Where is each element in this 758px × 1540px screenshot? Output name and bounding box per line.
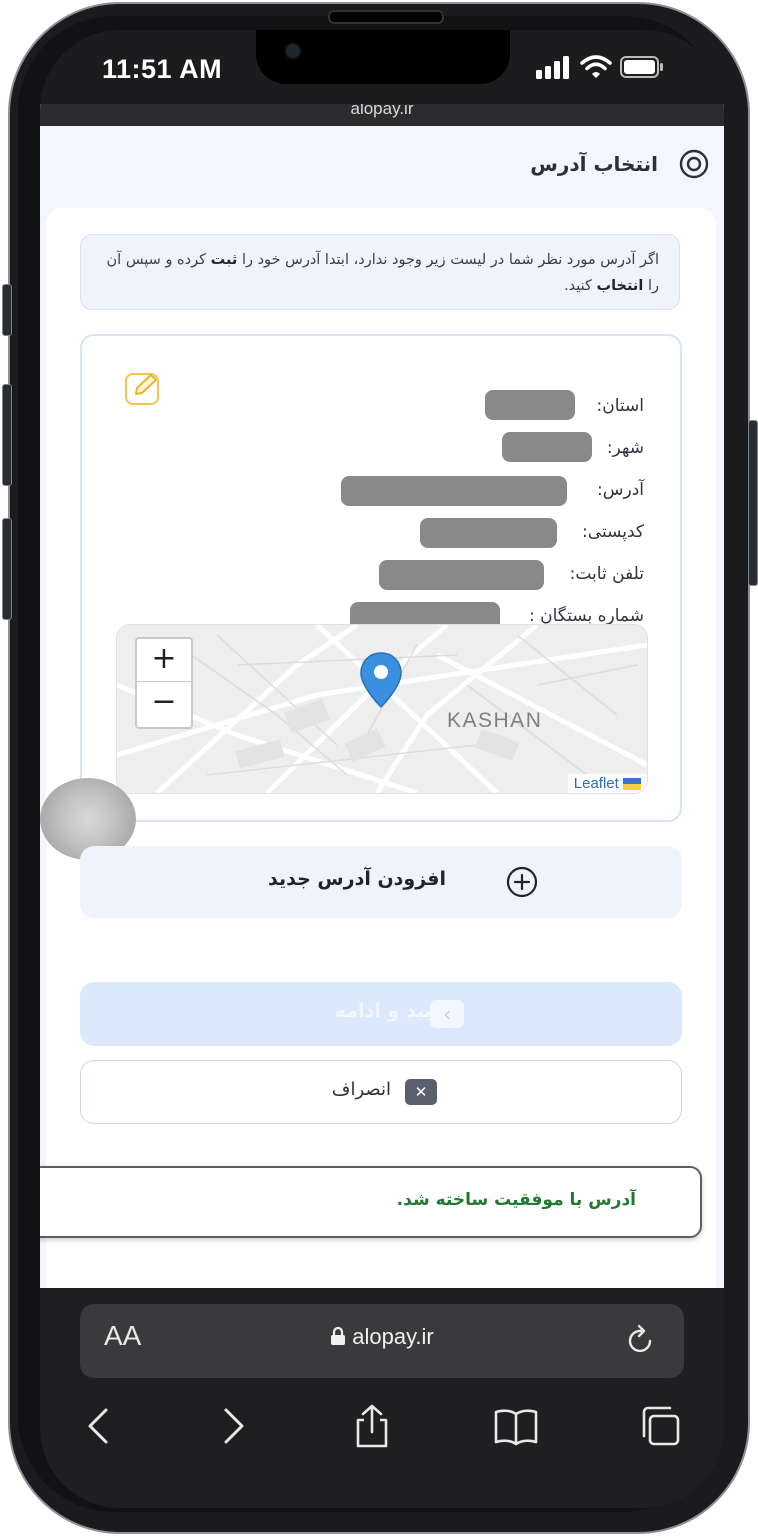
web-content: alopay.ir انتخاب آدرس اگر آدرس مورد نظر …	[40, 104, 724, 1288]
confirm-continue-button[interactable]: تایید و ادامه ‹	[80, 982, 682, 1046]
address-label: آدرس:	[597, 480, 644, 500]
battery-icon	[620, 56, 663, 78]
province-value-redacted	[485, 390, 575, 420]
safari-toolbar: AA alopay.ir	[40, 1288, 724, 1508]
info-bold-select: انتخاب	[596, 278, 644, 294]
location-map[interactable]: + − KASHAN Leaflet	[116, 624, 648, 794]
page-title: انتخاب آدرس	[530, 152, 658, 176]
forward-icon[interactable]	[210, 1404, 254, 1448]
toast-message: آدرس با موفقیت ساخته شد.	[396, 1190, 636, 1210]
zoom-out-button[interactable]: −	[137, 682, 191, 724]
front-camera	[284, 42, 302, 60]
landline-label: تلفن ثابت:	[569, 564, 644, 584]
ukraine-flag-icon	[623, 778, 641, 791]
postal-code-label: کدپستی:	[582, 522, 644, 542]
info-bold-register: ثبت	[210, 252, 238, 268]
zoom-controls: + −	[135, 637, 193, 729]
relative-phone-label: شماره بستگان :	[529, 606, 644, 626]
province-label: استان:	[596, 396, 645, 416]
page-url-strip: alopay.ir	[40, 104, 724, 126]
screen: 11:51 AM alopay.ir انتخاب آدرس اگر آدرس …	[40, 30, 724, 1508]
status-time: 11:51 AM	[102, 54, 223, 84]
url-text: alopay.ir	[352, 1324, 434, 1349]
success-toast[interactable]: آدرس با موفقیت ساخته شد.	[40, 1166, 702, 1238]
signal-icon	[536, 56, 569, 79]
cancel-label: انصراف	[331, 1079, 391, 1100]
power-button	[748, 420, 758, 586]
lock-icon	[331, 1326, 346, 1345]
map-pin-icon[interactable]	[359, 651, 403, 709]
plus-circle-icon	[506, 866, 538, 898]
mute-switch	[2, 284, 12, 336]
add-new-address-button[interactable]: افزودن آدرس جدید	[80, 846, 682, 918]
bookmarks-icon[interactable]	[494, 1404, 538, 1448]
cancel-button[interactable]: انصراف ✕	[80, 1060, 682, 1124]
address-bar[interactable]: AA alopay.ir	[80, 1304, 684, 1378]
info-text-3: کنید.	[564, 278, 592, 294]
volume-down-button	[2, 518, 12, 620]
address-bar-url[interactable]: alopay.ir	[80, 1324, 684, 1350]
info-text-1: اگر آدرس مورد نظر شما در لیست زیر وجود ن…	[241, 252, 659, 268]
reload-icon[interactable]	[624, 1324, 658, 1358]
city-value-redacted	[502, 432, 592, 462]
zoom-in-button[interactable]: +	[137, 639, 191, 682]
back-icon[interactable]	[78, 1404, 122, 1448]
map-city-label: KASHAN	[447, 709, 543, 732]
volume-up-button	[2, 384, 12, 486]
chevron-left-icon: ‹	[430, 1000, 464, 1028]
target-icon	[679, 149, 709, 179]
leaflet-link[interactable]: Leaflet	[574, 775, 619, 792]
share-icon[interactable]	[350, 1404, 394, 1448]
info-notice: اگر آدرس مورد نظر شما در لیست زیر وجود ن…	[80, 234, 680, 310]
landline-value-redacted	[379, 560, 544, 590]
edit-icon[interactable]	[124, 370, 164, 406]
address-value-redacted	[341, 476, 567, 506]
wifi-icon	[580, 55, 612, 78]
city-label: شهر:	[606, 438, 644, 458]
add-new-address-label: افزودن آدرس جدید	[268, 868, 446, 890]
tabs-icon[interactable]	[638, 1404, 682, 1448]
postal-code-value-redacted	[420, 518, 557, 548]
earpiece-speaker	[328, 10, 444, 24]
close-icon: ✕	[405, 1079, 437, 1105]
leaflet-attribution[interactable]: Leaflet	[567, 774, 647, 793]
